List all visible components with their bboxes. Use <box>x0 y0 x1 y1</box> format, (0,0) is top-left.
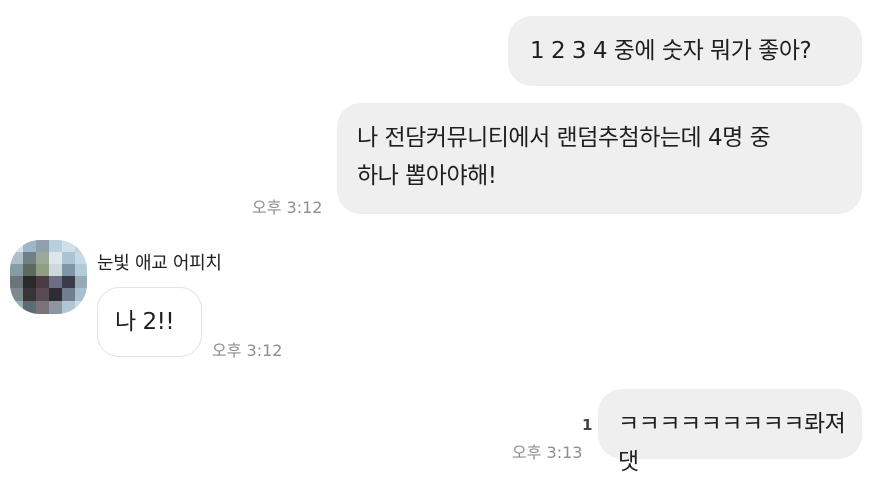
message-text-line: 나 전담커뮤니티에서 랜덤추첨하는데 4명 중 <box>357 125 771 151</box>
blurred-profile-avatar-icon <box>10 240 87 314</box>
incoming-message-bubble[interactable]: 나 2!! <box>97 287 202 357</box>
outgoing-message-bubble[interactable]: 나 전담커뮤니티에서 랜덤추첨하는데 4명 중 하나 뽑아야해! <box>337 103 862 214</box>
message-timestamp: 오후 3:12 <box>252 198 323 217</box>
message-text: 나 2!! <box>115 309 175 335</box>
outgoing-message-bubble[interactable]: 1 2 3 4 중에 숫자 뭐가 좋아? <box>508 16 862 86</box>
avatar[interactable] <box>10 240 87 314</box>
sender-name: 눈빛 애교 어피치 <box>97 253 222 274</box>
message-timestamp: 오후 3:12 <box>212 341 283 360</box>
unread-count: 1 <box>582 416 593 434</box>
outgoing-message-bubble[interactable]: ㅋㅋㅋㅋㅋㅋㅋㅋㅋ롸져댓 <box>598 389 862 475</box>
message-text: 1 2 3 4 중에 숫자 뭐가 좋아? <box>530 38 812 64</box>
message-text: ㅋㅋㅋㅋㅋㅋㅋㅋㅋ롸져댓 <box>618 411 846 475</box>
message-timestamp: 오후 3:13 <box>512 443 583 462</box>
message-text-line: 하나 뽑아야해! <box>357 163 497 189</box>
